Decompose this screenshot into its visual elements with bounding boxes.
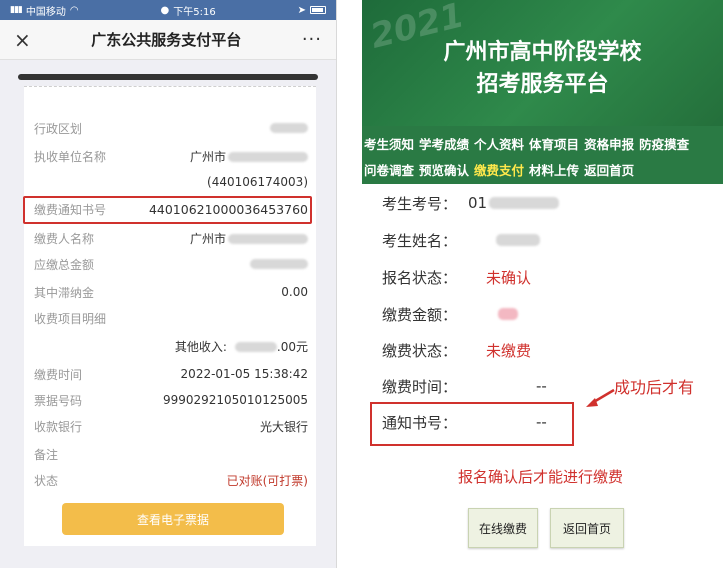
view-e-invoice-button[interactable]: 查看电子票据 xyxy=(62,503,284,535)
pay-time-row: 缴费时间 2022-01-05 15:38:42 xyxy=(34,365,308,383)
platform-banner: 2021 广州市高中阶段学校 招考服务平台 xyxy=(362,0,723,126)
menu-item-sports[interactable]: 体育项目 xyxy=(529,134,579,153)
late-fee-label: 其中滞纳金 xyxy=(34,285,95,300)
redacted-value xyxy=(234,342,277,352)
menu-item-home[interactable]: 返回首页 xyxy=(584,160,634,179)
other-income-row: 其他收入: .00元 xyxy=(34,337,308,355)
redacted-value xyxy=(270,123,308,133)
redacted-value xyxy=(228,234,308,244)
annotation-text: 成功后才有 xyxy=(614,378,695,397)
nav-bar: × 广东公共服务支付平台 ··· xyxy=(0,20,336,60)
remark-label: 备注 xyxy=(34,447,59,462)
menu-item-preview[interactable]: 预览确认 xyxy=(419,160,469,179)
unit-row: 执收单位名称 广州市 xyxy=(34,147,308,165)
payment-receipt-screen: ▮▮▮ 中国移动 ◠ ● 下午5:16 ➤ × 广东公共服务支付平台 ··· 行… xyxy=(0,0,337,568)
bank-row: 收款银行 光大银行 xyxy=(34,417,308,435)
clock-icon: ● xyxy=(160,4,170,16)
menu-item-profile[interactable]: 个人资料 xyxy=(474,134,524,153)
state-label: 状态 xyxy=(34,473,59,488)
payer-label: 缴费人名称 xyxy=(34,231,95,246)
pay-time-value: 2022-01-05 15:38:42 xyxy=(180,367,308,381)
payer-row: 缴费人名称 广州市 xyxy=(34,229,308,247)
status-bar: ▮▮▮ 中国移动 ◠ ● 下午5:16 ➤ xyxy=(0,0,336,20)
arrow-icon xyxy=(586,388,615,407)
redacted-value xyxy=(250,259,308,269)
menu-item-upload[interactable]: 材料上传 xyxy=(529,160,579,179)
menu-item-scores[interactable]: 学考成绩 xyxy=(419,134,469,153)
payer-value: 广州市 xyxy=(189,231,226,246)
bank-label: 收款银行 xyxy=(34,419,83,434)
unit-label: 执收单位名称 xyxy=(34,149,107,164)
pay-time-field: 缴费时间： -- xyxy=(382,376,547,396)
receipt-card: 行政区划 执收单位名称 广州市 (440106174003) 缴费通知书号 44… xyxy=(24,86,316,546)
state-value: 已对账(可打票) xyxy=(226,473,308,488)
payment-hint: 报名确认后才能进行缴费 xyxy=(458,468,624,486)
redacted-value xyxy=(228,152,308,162)
reg-state-field: 报名状态： 未确认 xyxy=(382,267,531,287)
more-icon[interactable]: ··· xyxy=(302,30,322,49)
late-fee-row: 其中滞纳金 0.00 xyxy=(34,283,308,301)
region-row: 行政区划 xyxy=(34,119,308,137)
exam-no-label: 考生考号： xyxy=(382,194,458,213)
battery-icon xyxy=(310,6,326,14)
back-home-button[interactable]: 返回首页 xyxy=(550,508,624,548)
bank-value: 光大银行 xyxy=(259,419,308,434)
platform-title-line1: 广州市高中阶段学校 xyxy=(443,40,642,65)
pay-state-field: 缴费状态： 未缴费 xyxy=(382,340,531,360)
menu-item-payment[interactable]: 缴费支付 xyxy=(474,160,524,179)
notice-number-highlight xyxy=(23,196,312,224)
location-icon: ➤ xyxy=(297,4,306,16)
unit-code-row: (440106174003) xyxy=(34,173,308,191)
bill-row: 票据号码 9990292105010125005 xyxy=(34,391,308,409)
unit-value: 广州市 xyxy=(189,149,226,164)
online-pay-button[interactable]: 在线缴费 xyxy=(468,508,538,548)
menu-row-1: 考生须知 学考成绩 个人资料 体育项目 资格申报 防疫摸查 xyxy=(364,130,723,156)
total-label: 应缴总金额 xyxy=(34,257,95,272)
notice-no-highlight xyxy=(370,402,574,446)
status-time: 下午5:16 xyxy=(173,6,216,18)
unit-code: (440106174003) xyxy=(207,175,308,189)
redacted-value xyxy=(489,197,560,209)
items-label: 收费项目明细 xyxy=(34,311,107,326)
menu-item-notice[interactable]: 考生须知 xyxy=(364,134,414,153)
wifi-icon: ◠ xyxy=(69,4,79,16)
amount-label: 缴费金额： xyxy=(382,305,458,324)
name-label: 考生姓名： xyxy=(382,231,458,250)
menu-item-qualification[interactable]: 资格申报 xyxy=(584,134,634,153)
bill-value: 9990292105010125005 xyxy=(162,393,308,407)
state-row: 状态 已对账(可打票) xyxy=(34,471,308,489)
exam-no-value: 01 xyxy=(468,194,488,212)
other-income-label: 其他收入: xyxy=(174,339,227,354)
pay-time-label: 缴费时间 xyxy=(34,367,83,382)
redacted-value xyxy=(498,308,518,320)
page-title: 广东公共服务支付平台 xyxy=(91,31,242,49)
carrier-label: 中国移动 xyxy=(25,6,66,18)
total-row: 应缴总金额 xyxy=(34,255,308,273)
main-menu: 考生须知 学考成绩 个人资料 体育项目 资格申报 防疫摸查 问卷调查 预览确认 … xyxy=(362,126,723,184)
reg-state-value: 未确认 xyxy=(486,268,532,287)
amount-field: 缴费金额： xyxy=(382,304,518,324)
pay-time-label: 缴费时间： xyxy=(382,377,458,396)
close-icon[interactable]: × xyxy=(14,30,31,50)
other-income-suffix: .00元 xyxy=(276,339,308,354)
redacted-value xyxy=(496,234,540,246)
exam-no-field: 考生考号： 01 xyxy=(382,193,560,213)
remark-row: 备注 xyxy=(34,445,308,463)
pay-state-label: 缴费状态： xyxy=(382,341,458,360)
exam-platform-screen: 2021 广州市高中阶段学校 招考服务平台 考生须知 学考成绩 个人资料 体育项… xyxy=(362,0,723,568)
region-label: 行政区划 xyxy=(34,121,83,136)
items-row: 收费项目明细 xyxy=(34,309,308,327)
late-fee-value: 0.00 xyxy=(281,285,308,299)
reg-state-label: 报名状态： xyxy=(382,268,458,287)
platform-title-line2: 招考服务平台 xyxy=(476,72,609,97)
receipt-slot xyxy=(18,74,318,80)
signal-icon: ▮▮▮ xyxy=(10,5,23,15)
menu-item-survey[interactable]: 问卷调查 xyxy=(364,160,414,179)
bill-label: 票据号码 xyxy=(34,393,83,408)
name-field: 考生姓名： xyxy=(382,230,540,250)
pay-state-value: 未缴费 xyxy=(486,341,532,360)
menu-row-2: 问卷调查 预览确认 缴费支付 材料上传 返回首页 xyxy=(364,156,723,182)
pay-time-value: -- xyxy=(536,377,547,395)
menu-item-epidemic[interactable]: 防疫摸查 xyxy=(639,134,689,153)
